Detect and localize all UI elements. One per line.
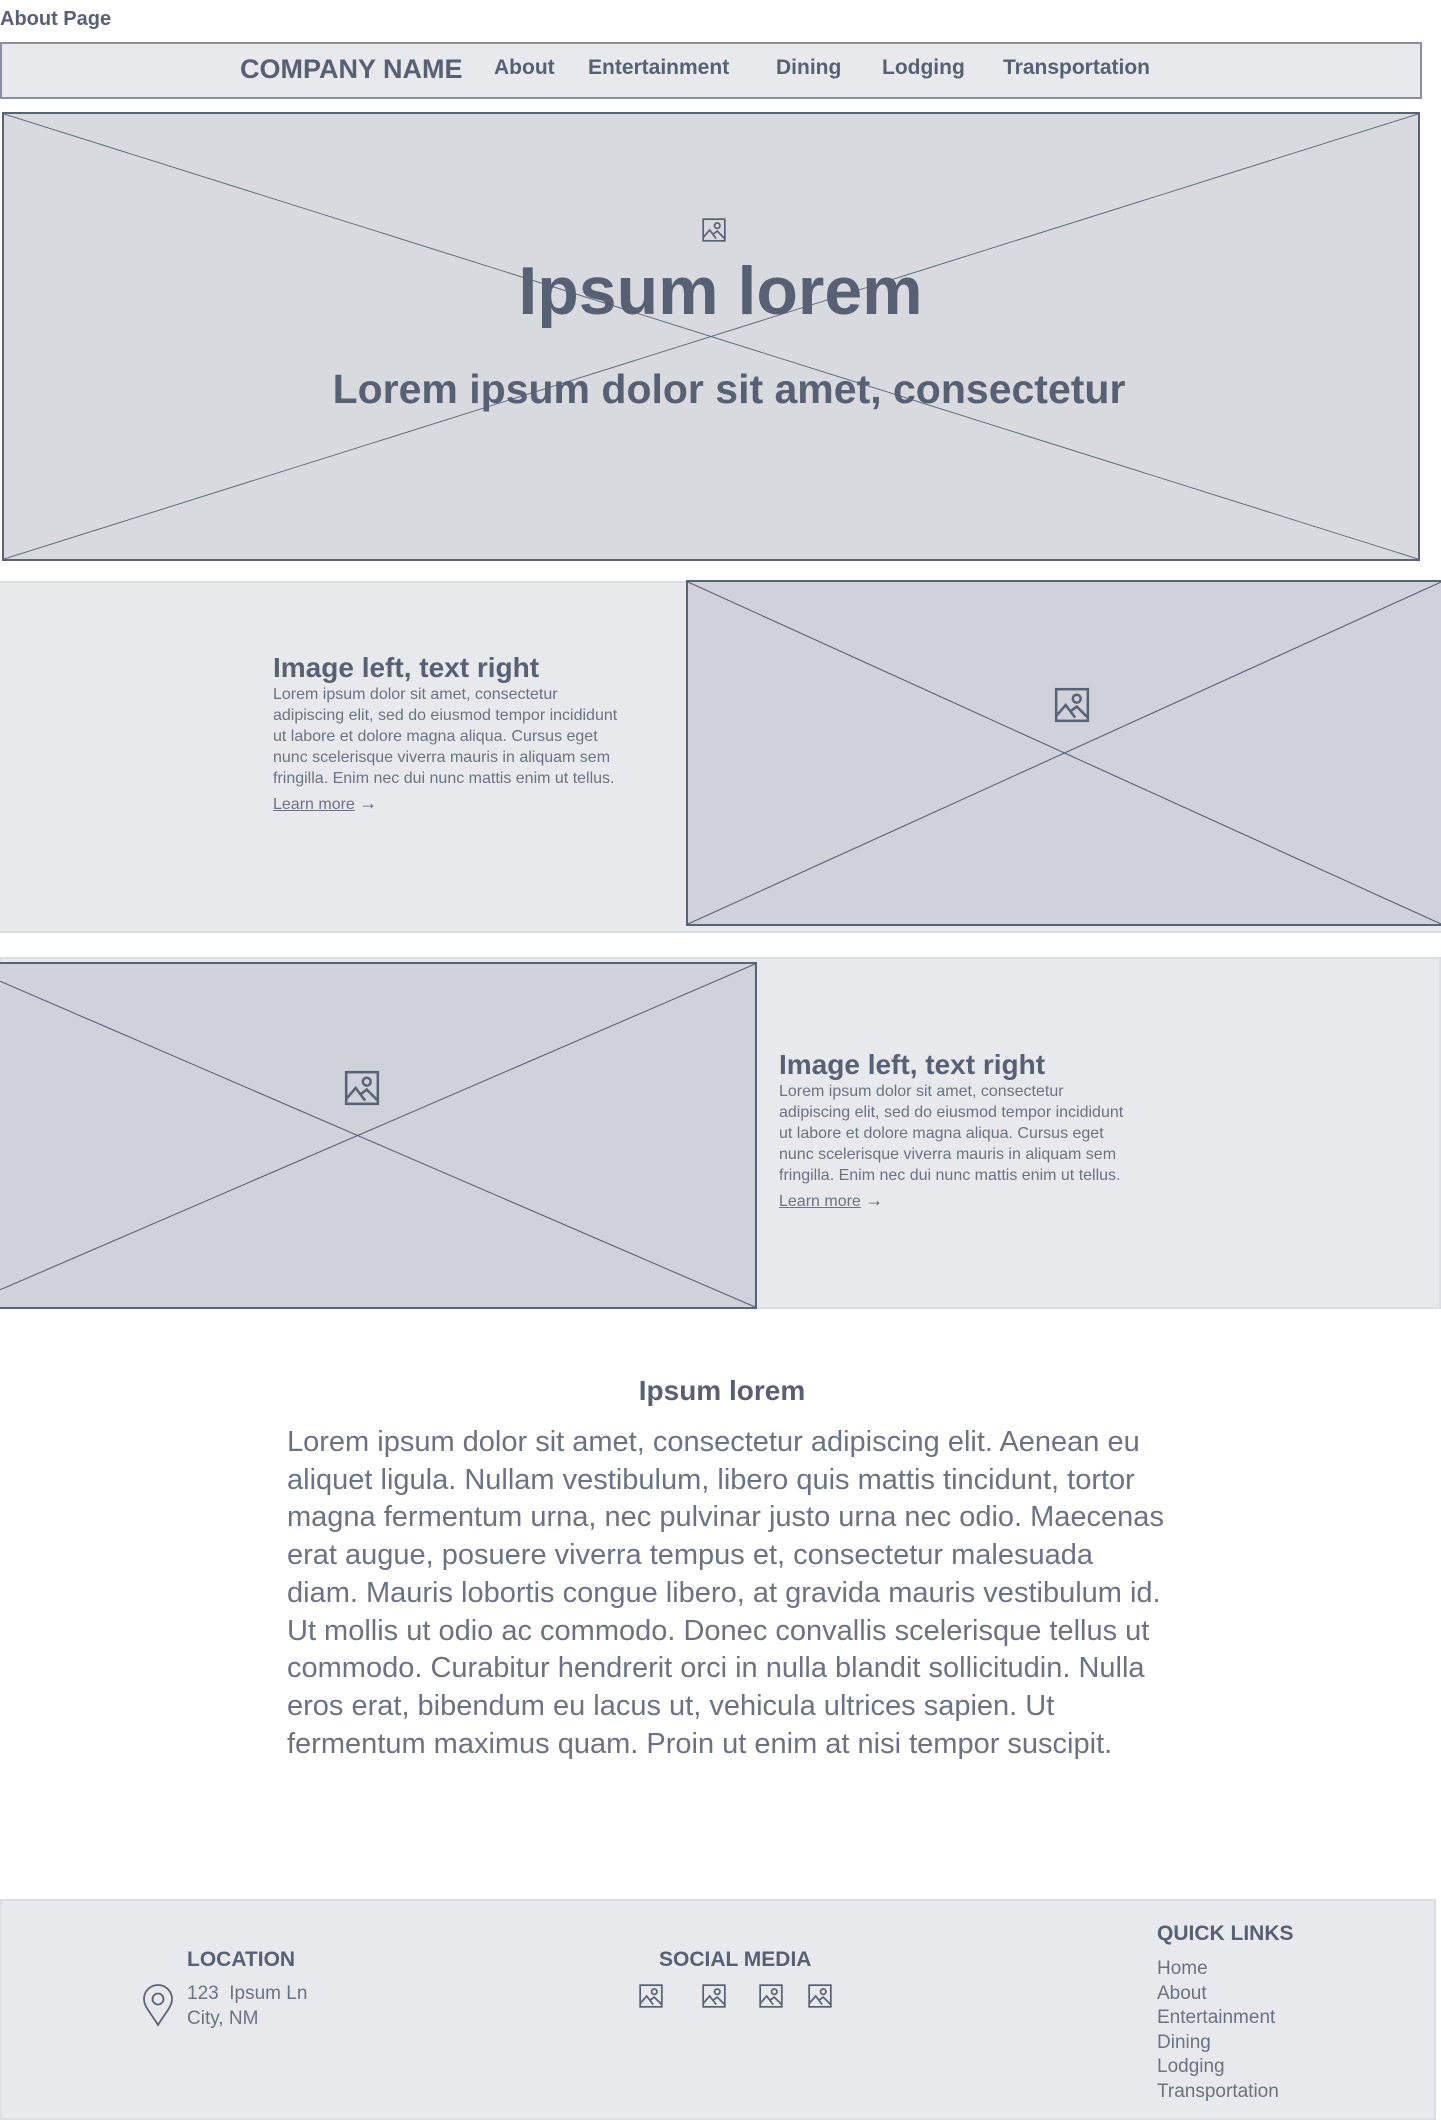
address-line-2: City, NM bbox=[187, 2008, 259, 2029]
nav-dining[interactable]: Dining bbox=[776, 56, 841, 80]
social-icon[interactable] bbox=[638, 1983, 664, 2009]
social-media-heading: SOCIAL MEDIA bbox=[659, 1948, 812, 1971]
address-line-1: 123 Ipsum Ln bbox=[187, 1983, 308, 2004]
quick-links-heading: QUICK LINKS bbox=[1157, 1922, 1294, 1945]
feature-body: Lorem ipsum dolor sit amet, consectetur … bbox=[779, 1083, 1124, 1184]
feature-image-placeholder bbox=[686, 580, 1441, 926]
page-label: About Page bbox=[0, 8, 112, 30]
nav-entertainment[interactable]: Entertainment bbox=[588, 56, 729, 80]
feature-image-placeholder bbox=[0, 962, 757, 1309]
nav-lodging[interactable]: Lodging bbox=[882, 56, 965, 80]
content-body: Lorem ipsum dolor sit amet, consectetur … bbox=[287, 1426, 1164, 1760]
image-icon bbox=[1053, 686, 1091, 724]
social-icon[interactable] bbox=[701, 1983, 727, 2009]
feature-heading: Image left, text right bbox=[273, 652, 540, 683]
map-pin-icon bbox=[143, 1984, 173, 2027]
quick-link-home[interactable]: Home bbox=[1157, 1958, 1208, 1980]
quick-link-transportation[interactable]: Transportation bbox=[1157, 2081, 1279, 2103]
social-icon[interactable] bbox=[807, 1983, 833, 2009]
hero-title: Ipsum lorem bbox=[518, 253, 923, 329]
location-heading: LOCATION bbox=[187, 1948, 296, 1971]
feature-heading: Image left, text right bbox=[779, 1049, 1046, 1080]
learn-more-link[interactable]: Learn more bbox=[779, 1193, 861, 1210]
arrow-right-icon: → bbox=[359, 793, 378, 813]
quick-link-dining[interactable]: Dining bbox=[1157, 2032, 1211, 2054]
hero-image-placeholder bbox=[2, 112, 1420, 561]
learn-more-link[interactable]: Learn more bbox=[273, 796, 355, 813]
feature-body: Lorem ipsum dolor sit amet, consectetur … bbox=[273, 686, 618, 787]
arrow-right-icon: → bbox=[865, 1190, 884, 1210]
nav-about[interactable]: About bbox=[494, 56, 555, 80]
company-name[interactable]: COMPANY NAME bbox=[240, 54, 463, 85]
quick-link-about[interactable]: About bbox=[1157, 1983, 1207, 2005]
image-icon bbox=[701, 217, 727, 243]
quick-link-lodging[interactable]: Lodging bbox=[1157, 2056, 1225, 2078]
content-heading: Ipsum lorem bbox=[638, 1375, 806, 1406]
nav-transportation[interactable]: Transportation bbox=[1003, 56, 1150, 80]
quick-link-entertainment[interactable]: Entertainment bbox=[1157, 2007, 1275, 2029]
hero-subtitle: Lorem ipsum dolor sit amet, consectetur bbox=[332, 366, 1126, 412]
image-icon bbox=[343, 1069, 381, 1107]
social-icon[interactable] bbox=[758, 1983, 784, 2009]
